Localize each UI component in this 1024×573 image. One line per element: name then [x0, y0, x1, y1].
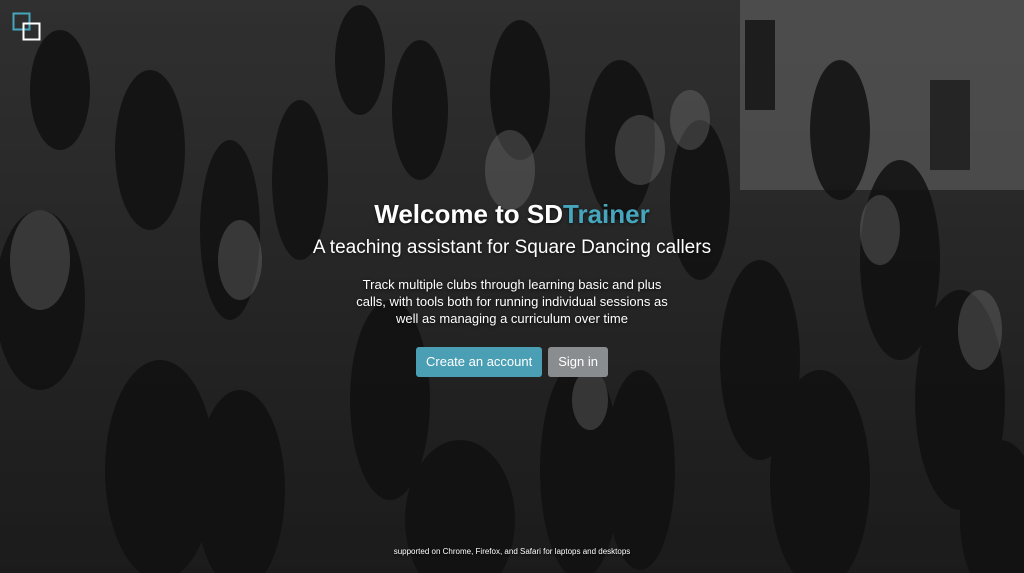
welcome-panel: Welcome to SDTrainer A teaching assistan…	[0, 196, 1024, 377]
overlapping-squares-logo-icon[interactable]	[12, 12, 42, 42]
title-accent: Trainer	[563, 199, 650, 229]
browser-support-note: supported on Chrome, Firefox, and Safari…	[393, 547, 631, 556]
feature-description: Track multiple clubs through learning ba…	[356, 277, 668, 326]
page-title: Welcome to SDTrainer	[0, 196, 1024, 232]
auth-buttons: Create an account Sign in	[0, 347, 1024, 377]
title-prefix: Welcome to SD	[374, 199, 564, 229]
hero-section: Welcome to SDTrainer A teaching assistan…	[0, 0, 1024, 573]
page-subtitle: A teaching assistant for Square Dancing …	[312, 237, 712, 258]
sign-in-button[interactable]: Sign in	[548, 347, 608, 377]
create-account-button[interactable]: Create an account	[416, 347, 543, 377]
